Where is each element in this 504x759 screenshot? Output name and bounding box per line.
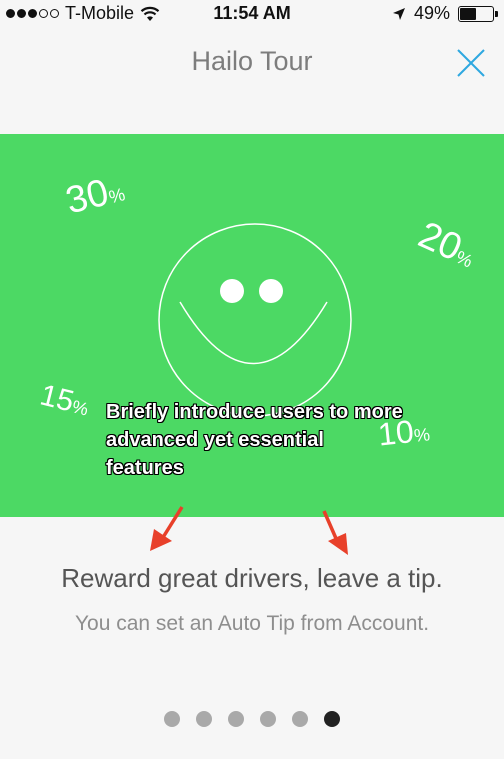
page-dot[interactable] [324, 711, 340, 727]
status-right: 49% [392, 3, 498, 24]
battery-icon [458, 5, 498, 22]
close-icon[interactable] [454, 46, 488, 80]
page-dot[interactable] [164, 711, 180, 727]
page-title: Hailo Tour [191, 46, 313, 76]
page-indicator[interactable] [0, 711, 504, 727]
navigation-bar: Hailo Tour [0, 28, 504, 98]
page-dot[interactable] [260, 711, 276, 727]
location-arrow-icon [392, 7, 405, 20]
page-dot[interactable] [228, 711, 244, 727]
page-dot[interactable] [196, 711, 212, 727]
annotation-arrow-icon [322, 510, 348, 555]
percent-label-20: 20% [412, 214, 476, 272]
smiley-face-icon [158, 223, 352, 417]
percent-label-15: 15% [36, 378, 91, 420]
annotation-callout: Briefly introduce users to more advanced… [106, 401, 403, 479]
tour-headline: Reward great drivers, leave a tip. [61, 563, 443, 593]
annotation-arrow-icon [150, 506, 184, 551]
tour-subline: You can set an Auto Tip from Account. [74, 612, 430, 635]
page-dot[interactable] [292, 711, 308, 727]
battery-percent: 49% [413, 3, 450, 23]
percent-label-30: 30% [61, 171, 128, 223]
status-bar: T-Mobile 11:54 AM 49% [0, 0, 504, 28]
tour-illustration: 30% 20% 15% 10% Briefly introduce users … [0, 134, 504, 517]
